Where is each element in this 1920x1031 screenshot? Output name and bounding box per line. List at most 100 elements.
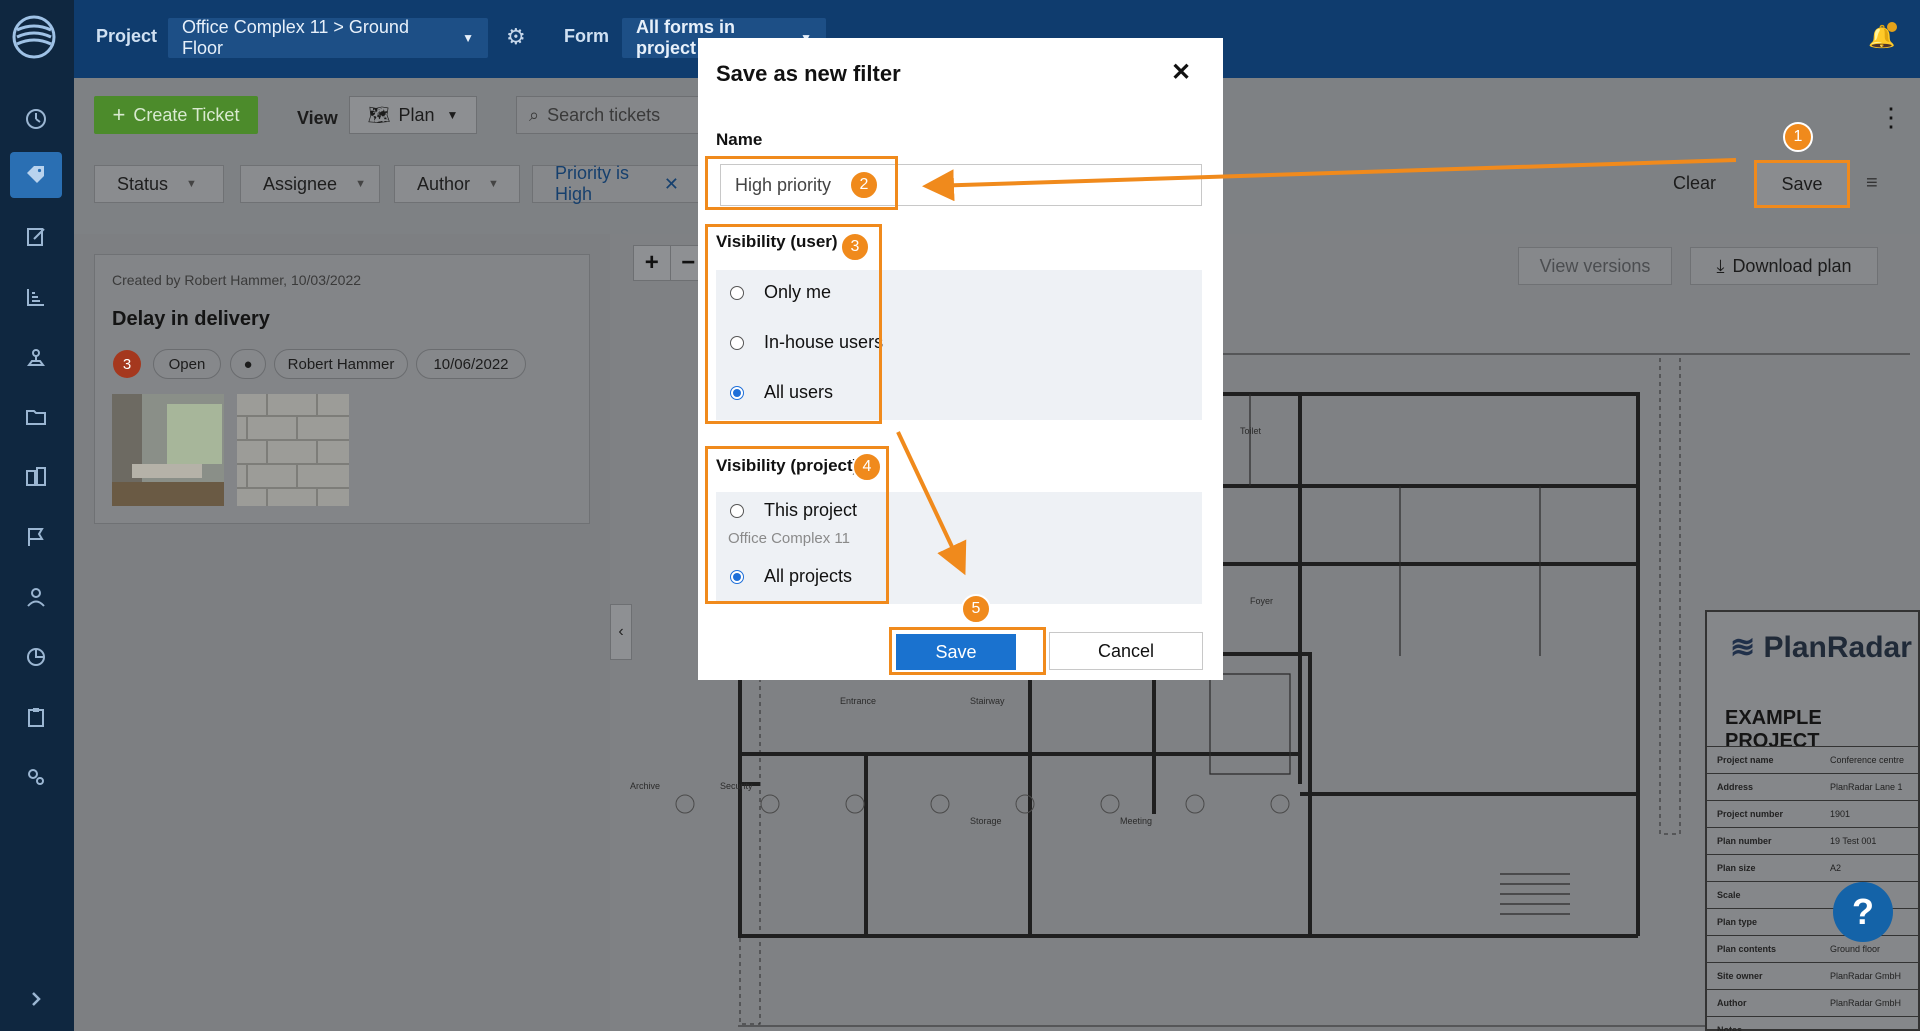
title-block-key: Notes <box>1717 1025 1743 1031</box>
expand-sidebar-icon[interactable] <box>10 976 62 1022</box>
chevron-down-icon: ▼ <box>355 178 366 190</box>
title-block-row: Notes <box>1705 1016 1920 1031</box>
collapse-panel-icon[interactable]: ‹ <box>610 604 632 660</box>
download-plan-button[interactable]: ⤓ Download plan <box>1690 247 1878 285</box>
tickets-icon[interactable] <box>10 152 62 198</box>
filter-status[interactable]: Status ▼ <box>94 165 224 203</box>
plus-icon: + <box>112 102 126 127</box>
title-block-value: PlanRadar GmbH <box>1830 971 1902 981</box>
view-versions-button[interactable]: View versions <box>1518 247 1672 285</box>
title-block-row: Address PlanRadar Lane 1 <box>1705 773 1920 800</box>
filter-priority[interactable]: Priority is High ✕ <box>532 163 702 204</box>
svg-text:Archive: Archive <box>630 781 660 791</box>
chevron-down-icon: ▼ <box>488 178 499 190</box>
title-block-logo: ≋ PlanRadar <box>1730 630 1912 665</box>
chevron-down-icon: ▼ <box>462 31 474 45</box>
location-icon[interactable] <box>10 334 62 380</box>
clipboard-icon[interactable] <box>10 694 62 740</box>
project-selector[interactable]: Office Complex 11 > Ground Floor ▼ <box>168 17 488 58</box>
title-block-key: Project number <box>1717 809 1784 819</box>
title-block-value: A2 <box>1830 863 1842 873</box>
title-block-key: Author <box>1717 998 1747 1008</box>
create-ticket-label: Create Ticket <box>133 104 240 125</box>
notification-dot <box>1887 22 1897 32</box>
radio-all-users[interactable]: All users <box>730 382 833 403</box>
radio-all-projects-label: All projects <box>764 566 853 586</box>
search-input[interactable]: ⌕ Search tickets <box>516 96 706 134</box>
search-icon: ⌕ <box>529 104 540 125</box>
view-label: View <box>297 108 338 128</box>
location-pin-icon[interactable]: ● <box>230 349 266 379</box>
radio-only-me[interactable]: Only me <box>730 282 831 303</box>
gear-icon[interactable]: ⚙ <box>506 24 526 50</box>
filter-author[interactable]: Author ▼ <box>394 165 520 203</box>
settings-icon[interactable] <box>10 754 62 800</box>
radio-all-projects[interactable]: All projects <box>730 566 852 587</box>
step-marker-1: 1 <box>1783 122 1813 152</box>
title-block-row: Project number 1901 <box>1705 800 1920 827</box>
dashboard-icon[interactable] <box>10 96 62 142</box>
radio-button[interactable] <box>730 335 744 350</box>
title-block-key: Site owner <box>1717 971 1763 981</box>
buildings-icon[interactable] <box>10 454 62 500</box>
radio-only-me-label: Only me <box>764 282 832 302</box>
create-ticket-button[interactable]: + Create Ticket <box>94 96 258 134</box>
download-icon: ⤓ <box>1716 255 1725 276</box>
title-block-value: Ground floor <box>1830 944 1881 954</box>
radio-button[interactable] <box>730 285 744 300</box>
filter-assignee[interactable]: Assignee ▼ <box>240 165 380 203</box>
title-block-value: PlanRadar GmbH <box>1830 998 1902 1008</box>
planradar-logo-icon[interactable] <box>11 14 57 60</box>
filter-assignee-label: Assignee <box>263 173 338 194</box>
folder-icon[interactable] <box>10 394 62 440</box>
status-badge: Open <box>153 349 221 379</box>
ticket-photo-room[interactable] <box>112 394 224 506</box>
more-options-icon[interactable]: ⋮ <box>1878 102 1904 133</box>
title-block-value: Conference centre <box>1830 755 1905 765</box>
reports-icon[interactable] <box>10 274 62 320</box>
save-filter-dialog: Save as new filter ✕ Name Visibility (us… <box>698 38 1223 680</box>
project-label: Project <box>96 26 158 46</box>
zoom-in-icon[interactable]: + <box>634 246 671 280</box>
chevron-down-icon: ▼ <box>446 108 459 122</box>
close-icon[interactable]: ✕ <box>1171 58 1191 87</box>
radio-button-selected[interactable] <box>730 385 744 400</box>
filter-name-input[interactable] <box>720 164 1202 206</box>
visibility-project-label: Visibility (project) <box>716 456 859 475</box>
filter-status-label: Status <box>117 173 169 194</box>
title-block-row: Plan size A2 <box>1705 854 1920 881</box>
statistics-icon[interactable] <box>10 634 62 680</box>
help-button[interactable]: ? <box>1833 882 1893 942</box>
close-icon[interactable]: ✕ <box>664 174 679 195</box>
user-icon[interactable] <box>10 574 62 620</box>
filter-priority-label: Priority is High <box>555 163 630 204</box>
radio-in-house-users[interactable]: In-house users <box>730 332 883 353</box>
download-plan-label: Download plan <box>1732 255 1852 276</box>
dialog-save-button[interactable]: Save <box>896 634 1016 670</box>
view-selector[interactable]: 🗺 Plan ▼ <box>349 96 477 134</box>
flag-icon[interactable] <box>10 514 62 560</box>
radio-button[interactable] <box>730 503 744 518</box>
radio-this-project[interactable]: This project <box>730 500 857 521</box>
chevron-down-icon: ▼ <box>186 178 197 190</box>
radio-all-users-label: All users <box>764 382 834 402</box>
svg-text:Security: Security <box>720 781 753 791</box>
radio-button-selected[interactable] <box>730 569 744 584</box>
svg-text:Meeting: Meeting <box>1120 816 1152 826</box>
title-block-value: 19 Test 001 <box>1830 836 1877 846</box>
save-filter-button[interactable]: Save <box>1754 160 1850 208</box>
zoom-controls: + − <box>633 245 707 281</box>
date-badge: 10/06/2022 <box>416 349 526 379</box>
left-sidebar <box>0 0 74 1031</box>
svg-text:Toilet: Toilet <box>1240 426 1262 436</box>
forms-icon[interactable] <box>10 214 62 260</box>
clear-filters-button[interactable]: Clear <box>1673 173 1716 194</box>
title-block-row: Site owner PlanRadar GmbH <box>1705 962 1920 989</box>
ticket-photo-wall[interactable] <box>237 394 349 506</box>
filter-settings-icon[interactable]: ≡ <box>1866 172 1878 195</box>
step-marker-5: 5 <box>961 594 991 624</box>
title-block-key: Address <box>1717 782 1754 792</box>
view-value: Plan <box>398 104 435 125</box>
title-block-key: Scale <box>1717 890 1741 900</box>
dialog-cancel-button[interactable]: Cancel <box>1049 632 1203 670</box>
